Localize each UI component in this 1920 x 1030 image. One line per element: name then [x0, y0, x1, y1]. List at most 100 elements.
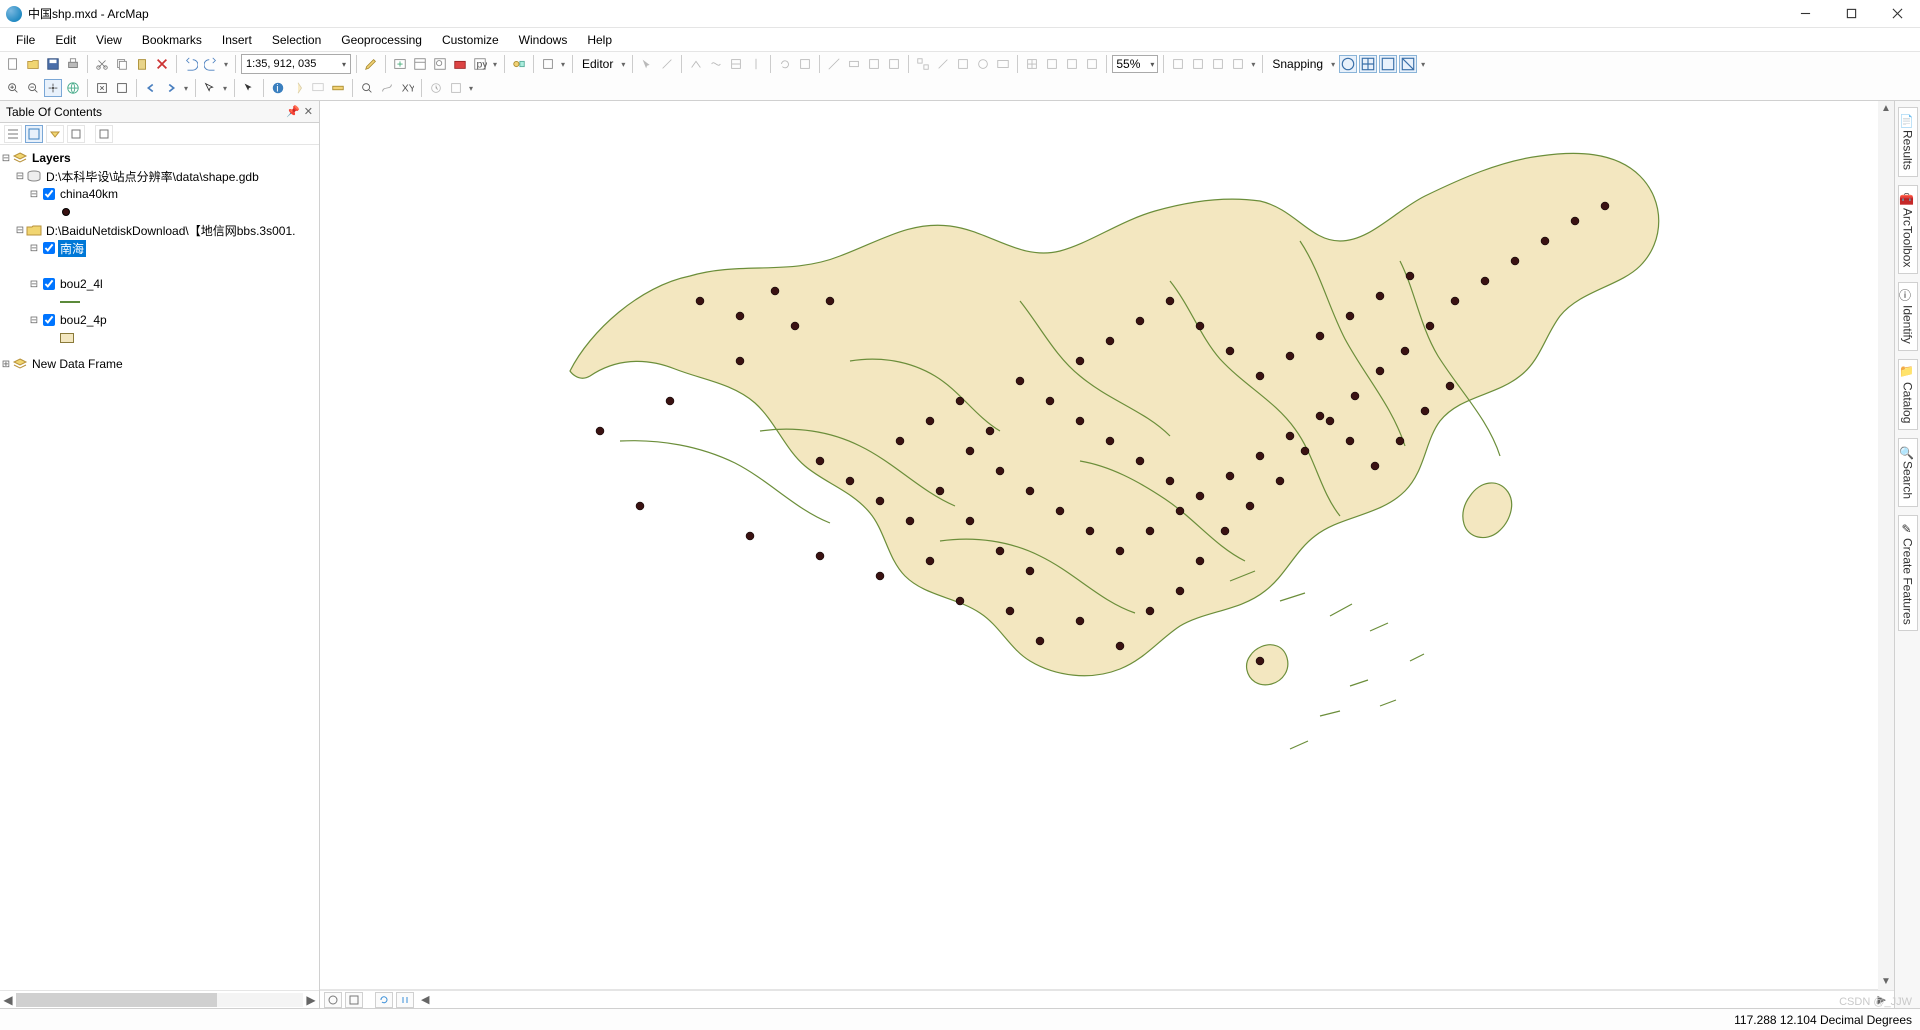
model-builder-icon[interactable]: [510, 55, 528, 73]
menu-file[interactable]: File: [6, 29, 45, 51]
pause-tab[interactable]: [396, 992, 414, 1008]
snap-point-icon[interactable]: [1339, 55, 1357, 73]
undo-icon[interactable]: [182, 55, 200, 73]
map-canvas[interactable]: [320, 101, 1878, 990]
menu-help[interactable]: Help: [577, 29, 622, 51]
sketch-icon[interactable]: [825, 55, 843, 73]
add-data-icon[interactable]: [391, 55, 409, 73]
tree-layer[interactable]: ⊟ bou2_4l: [0, 275, 319, 293]
dock-identify[interactable]: ⓘIdentify: [1898, 282, 1918, 351]
dock-catalog[interactable]: 📁Catalog: [1898, 359, 1918, 430]
minimize-button[interactable]: [1782, 0, 1828, 28]
goto-xy-icon[interactable]: XY: [398, 79, 416, 97]
layout-dropdown[interactable]: ▾: [1249, 60, 1257, 69]
new-icon[interactable]: [4, 55, 22, 73]
save-icon[interactable]: [44, 55, 62, 73]
georef-link-icon[interactable]: [934, 55, 952, 73]
measure-icon[interactable]: [329, 79, 347, 97]
select-dropdown[interactable]: ▾: [221, 84, 229, 93]
dock-arctoolbox[interactable]: 🧰ArcToolbox: [1898, 185, 1918, 274]
map-vscroll[interactable]: ▲ ▼: [1878, 101, 1894, 990]
edit-attr-icon[interactable]: [796, 55, 814, 73]
snapping-dropdown[interactable]: ▾: [1329, 60, 1337, 69]
menu-edit[interactable]: Edit: [45, 29, 86, 51]
extent-dropdown[interactable]: ▾: [182, 84, 190, 93]
catalog-window-icon[interactable]: [411, 55, 429, 73]
find-icon[interactable]: [358, 79, 376, 97]
menu-selection[interactable]: Selection: [262, 29, 331, 51]
copy-icon[interactable]: [113, 55, 131, 73]
layout-icon4[interactable]: [1229, 55, 1247, 73]
layout-icon2[interactable]: [1189, 55, 1207, 73]
layer-checkbox[interactable]: [43, 314, 55, 326]
list-by-visibility-icon[interactable]: [46, 125, 64, 143]
list-by-selection-icon[interactable]: [67, 125, 85, 143]
fixed-zoom-in-icon[interactable]: [93, 79, 111, 97]
cut-icon[interactable]: [93, 55, 111, 73]
viewer-dropdown[interactable]: ▾: [467, 84, 475, 93]
fixed-zoom-out-icon[interactable]: [113, 79, 131, 97]
dock-results[interactable]: 📄Results: [1898, 107, 1918, 177]
chevron-down-icon[interactable]: ▾: [1150, 60, 1154, 69]
georef-icon[interactable]: [914, 55, 932, 73]
zoom-in-icon[interactable]: [4, 79, 22, 97]
swipe-icon[interactable]: [1043, 55, 1061, 73]
time-slider-icon[interactable]: [427, 79, 445, 97]
editor-dropdown[interactable]: ▾: [619, 60, 627, 69]
menu-customize[interactable]: Customize: [432, 29, 509, 51]
edit-split-icon[interactable]: [747, 55, 765, 73]
list-by-drawing-icon[interactable]: [4, 125, 22, 143]
pan-icon[interactable]: [44, 79, 62, 97]
hscroll-right-icon[interactable]: ▶: [1874, 993, 1890, 1006]
menu-geoprocessing[interactable]: Geoprocessing: [331, 29, 432, 51]
html-popup-icon[interactable]: [309, 79, 327, 97]
open-icon[interactable]: [24, 55, 42, 73]
toc-options-icon[interactable]: [95, 125, 113, 143]
layout-icon1[interactable]: [1169, 55, 1187, 73]
print-icon[interactable]: [64, 55, 82, 73]
chevron-down-icon[interactable]: ▾: [342, 60, 346, 69]
scale-input[interactable]: [246, 58, 328, 70]
delete-icon[interactable]: [153, 55, 171, 73]
layer-checkbox[interactable]: [43, 242, 55, 254]
pin-icon[interactable]: 📌: [286, 105, 300, 118]
undo-dropdown[interactable]: ▾: [222, 60, 230, 69]
dock-search[interactable]: 🔍Search: [1898, 438, 1918, 506]
tree-dataframe[interactable]: ⊞ New Data Frame: [0, 355, 319, 373]
georef-fit-icon[interactable]: [954, 55, 972, 73]
edit-rotate-icon[interactable]: [776, 55, 794, 73]
layout-icon3[interactable]: [1209, 55, 1227, 73]
forward-extent-icon[interactable]: [162, 79, 180, 97]
snap-vertex-icon[interactable]: [1379, 55, 1397, 73]
transparency-combo[interactable]: 55% ▾: [1112, 55, 1158, 73]
layer-checkbox[interactable]: [43, 278, 55, 290]
tree-root[interactable]: ⊟ Layers: [0, 149, 319, 167]
tree-group[interactable]: ⊟ D:\本科毕设\站点分辨率\data\shape.gdb: [0, 167, 319, 185]
edit-vertices-icon[interactable]: [687, 55, 705, 73]
snap-edge-icon[interactable]: [1399, 55, 1417, 73]
back-extent-icon[interactable]: [142, 79, 160, 97]
toolbox-window-icon[interactable]: [451, 55, 469, 73]
edit-straight-icon[interactable]: [658, 55, 676, 73]
tree-layer[interactable]: ⊟ 南海: [0, 239, 319, 257]
sketch3-icon[interactable]: [865, 55, 883, 73]
scroll-right-icon[interactable]: ▶: [303, 993, 319, 1007]
close-icon[interactable]: ✕: [304, 105, 313, 118]
hscroll-left-icon[interactable]: ◀: [417, 993, 433, 1006]
toc-hscroll[interactable]: ◀ ▶: [0, 990, 319, 1008]
maximize-button[interactable]: [1828, 0, 1874, 28]
edit-cut-icon[interactable]: [727, 55, 745, 73]
menu-insert[interactable]: Insert: [212, 29, 262, 51]
scroll-down-icon[interactable]: ▼: [1878, 974, 1894, 990]
tbx-icon[interactable]: [539, 55, 557, 73]
scroll-up-icon[interactable]: ▲: [1878, 101, 1894, 117]
tree-layer[interactable]: ⊟ bou2_4p: [0, 311, 319, 329]
tbx-dropdown[interactable]: ▾: [559, 60, 567, 69]
georef-view-icon[interactable]: [994, 55, 1012, 73]
paste-icon[interactable]: [133, 55, 151, 73]
menu-view[interactable]: View: [86, 29, 132, 51]
select-features-icon[interactable]: [201, 79, 219, 97]
sketch4-icon[interactable]: [885, 55, 903, 73]
scale-combo[interactable]: ▾: [241, 54, 351, 74]
layout-view-tab[interactable]: [345, 992, 363, 1008]
